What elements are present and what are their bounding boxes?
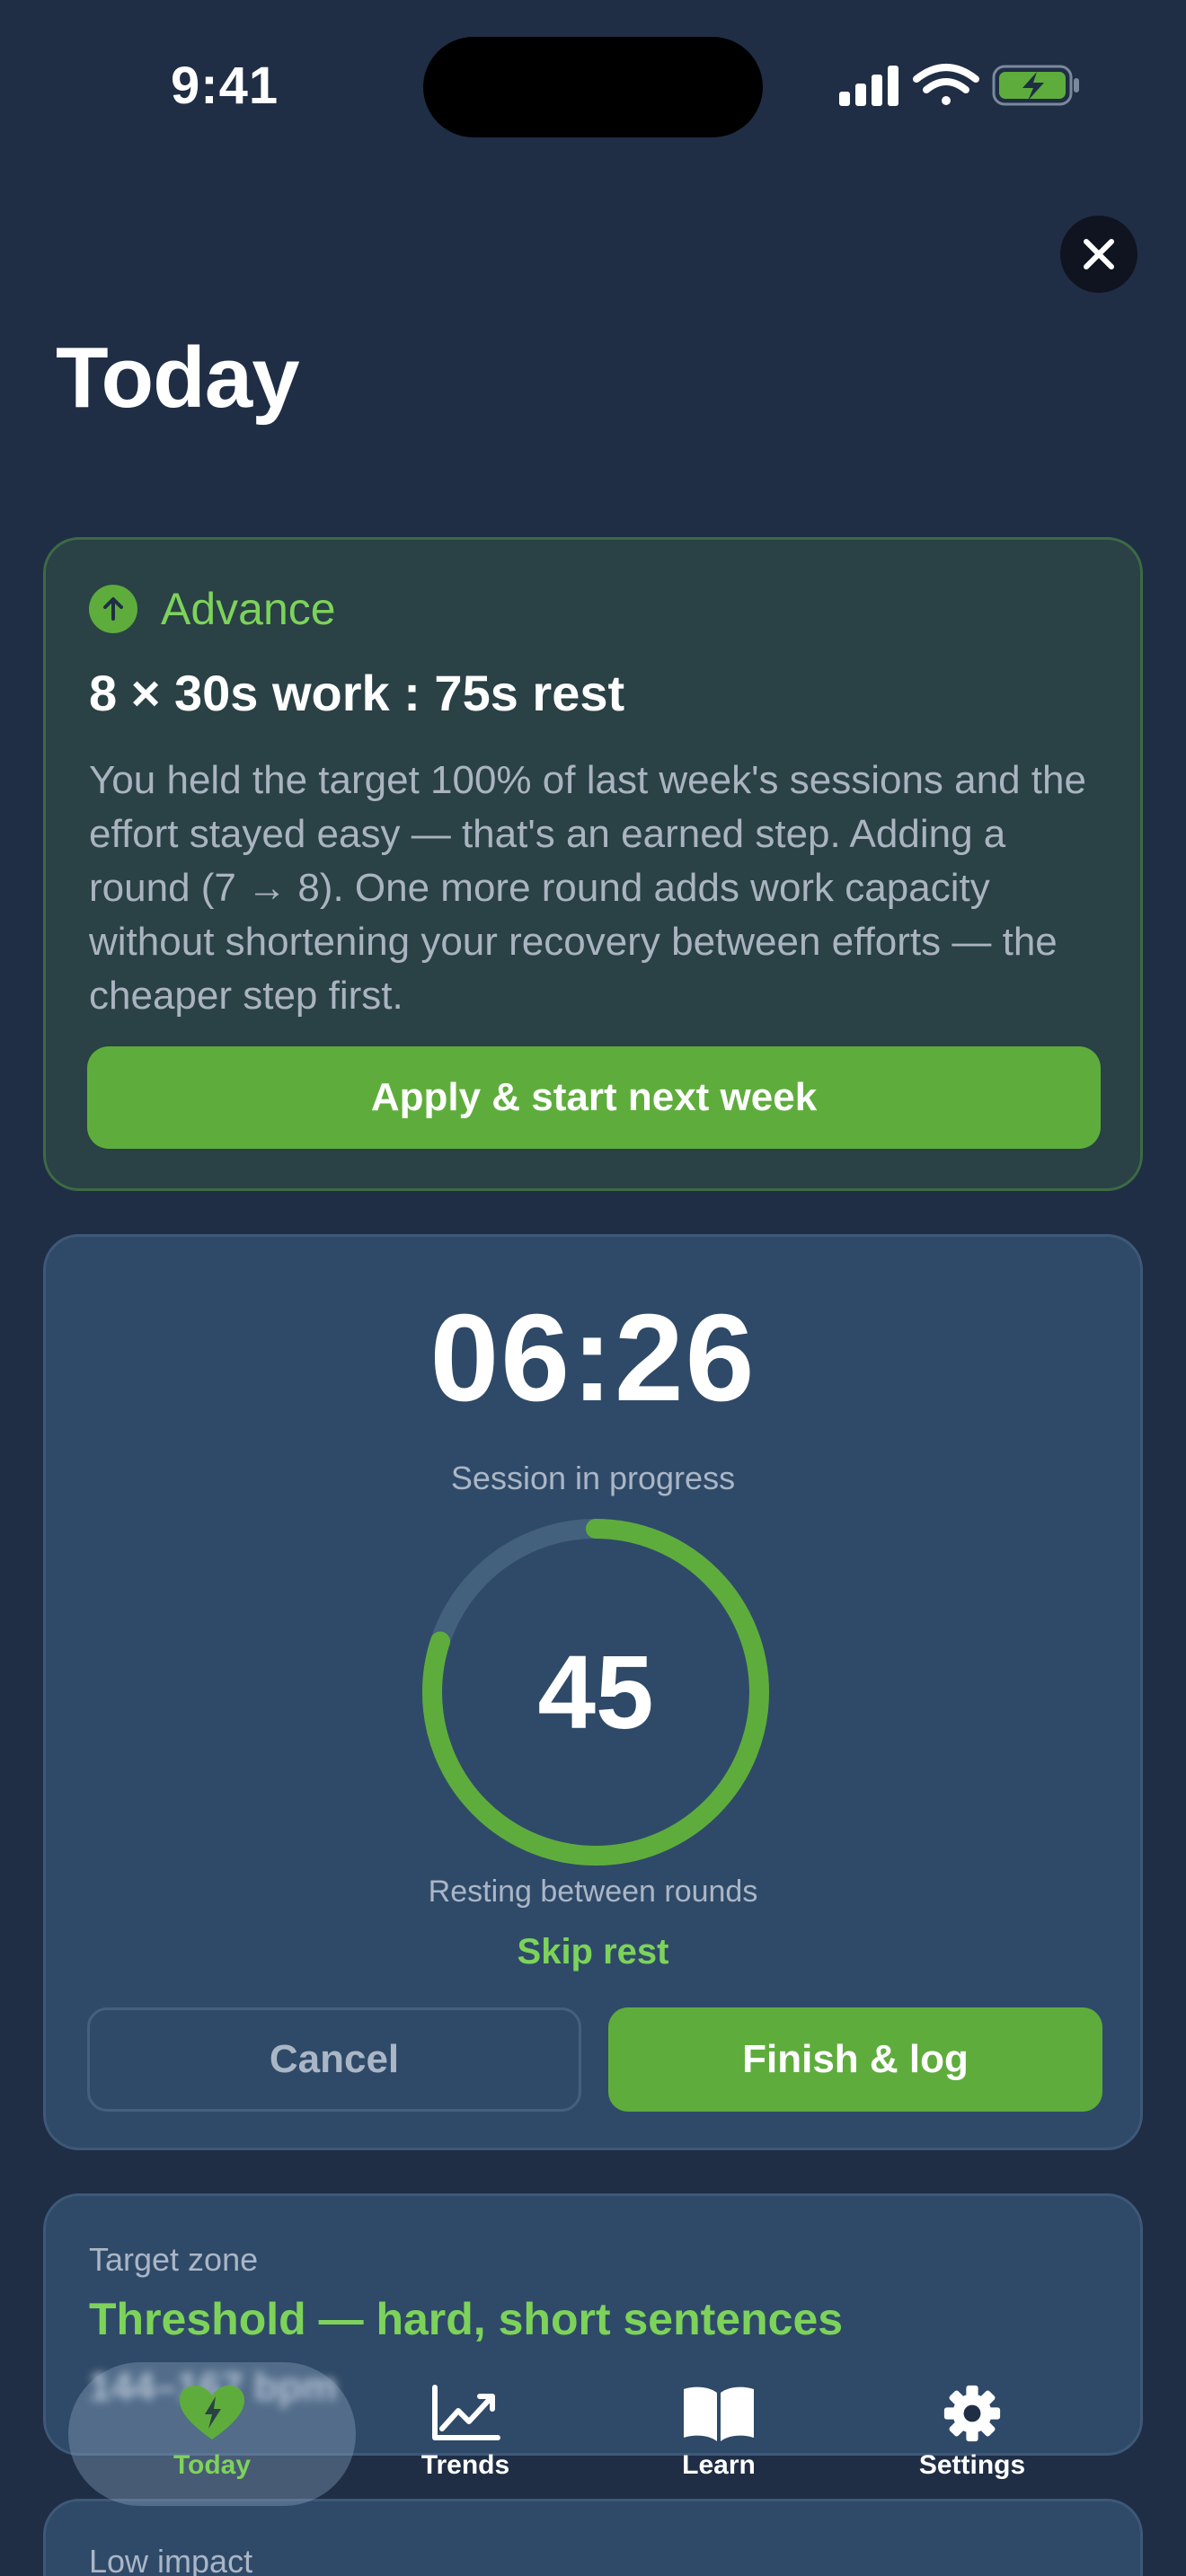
tab-label-trends: Trends	[420, 2450, 510, 2480]
wifi-icon	[913, 64, 979, 105]
close-button[interactable]	[1060, 216, 1137, 293]
tab-label-settings: Settings	[918, 2450, 1026, 2480]
tab-label-today: Today	[173, 2450, 252, 2480]
status-time: 9:41	[171, 57, 279, 115]
cancel-button[interactable]: Cancel	[87, 2007, 581, 2112]
heart-bolt-icon	[180, 2386, 244, 2439]
advance-header: Advance	[89, 583, 336, 635]
status-bar: 9:41	[0, 0, 1186, 171]
target-zone-label: Target zone	[89, 2241, 259, 2278]
rest-countdown: 45	[537, 1634, 654, 1751]
trend-chart-icon	[432, 2385, 500, 2440]
target-zone-title: Threshold — hard, short sentences	[89, 2294, 844, 2344]
dynamic-island	[423, 37, 763, 137]
gear-icon	[943, 2385, 1001, 2442]
page-title: Today	[56, 330, 300, 426]
advance-label: Advance	[161, 584, 336, 634]
session-card: 06:26 Session in progress 45 Resting bet…	[43, 1234, 1143, 2150]
book-icon	[684, 2386, 754, 2441]
advance-title: 8 × 30s work : 75s rest	[89, 665, 625, 721]
session-timer: 06:26	[429, 1289, 757, 1427]
skip-rest-button[interactable]: Skip rest	[46, 1932, 1140, 1972]
apply-next-week-button[interactable]: Apply & start next week	[87, 1046, 1101, 1149]
tab-settings[interactable]: Settings	[882, 2384, 1062, 2481]
rest-label: Resting between rounds	[428, 1875, 758, 1909]
arrow-up-circle-icon	[89, 585, 137, 633]
close-icon	[1084, 239, 1114, 269]
status-icons	[839, 64, 1079, 106]
tab-trends[interactable]: Trends	[376, 2384, 555, 2481]
advance-body: You held the target 100% of last week's …	[89, 758, 1086, 1018]
low-impact-label: Low impact	[89, 2543, 253, 2576]
cellular-signal-icon	[839, 66, 898, 106]
tab-today[interactable]: Today	[122, 2384, 302, 2481]
tab-label-learn: Learn	[682, 2450, 756, 2480]
finish-log-button[interactable]: Finish & log	[608, 2007, 1102, 2112]
tab-learn[interactable]: Learn	[629, 2384, 809, 2481]
tab-bar: Today Trends Learn Settings	[0, 2362, 1186, 2515]
session-status: Session in progress	[450, 1460, 736, 1496]
battery-charging-icon	[992, 65, 1079, 106]
advance-card: Advance 8 × 30s work : 75s rest You held…	[43, 537, 1143, 1191]
